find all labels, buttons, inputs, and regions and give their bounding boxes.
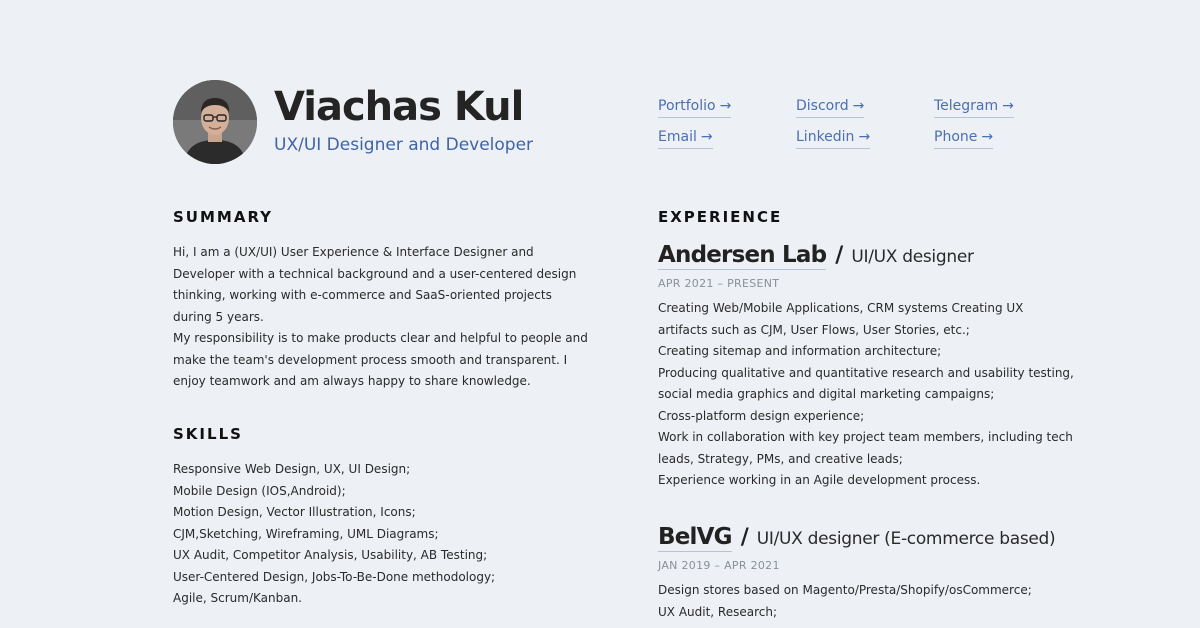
link-label: Phone — [934, 129, 978, 145]
portfolio-link[interactable]: Portfolio → — [658, 96, 732, 118]
separator: / — [835, 243, 844, 268]
summary-line: enjoy teamwork and am always happy to sh… — [173, 374, 531, 388]
company-link[interactable]: BelVG — [658, 524, 732, 552]
job-header: BelVG / UI/UX designer (E-commerce based) — [658, 522, 1056, 554]
job-duty: Cross-platform design experience; — [658, 408, 865, 423]
summary-line: Developer with a technical background an… — [173, 266, 577, 281]
job-duty: Creating Web/Mobile Applications, CRM sy… — [658, 301, 1024, 315]
link-label: Email — [658, 129, 697, 145]
summary-line: My responsibility is to make products cl… — [173, 331, 588, 345]
job-duty: artifacts such as CJM, User Flows, User … — [658, 322, 970, 337]
job-duty: social media graphics and digital market… — [658, 387, 995, 401]
arrow-right-icon: → — [700, 129, 713, 145]
job-dates: JAN 2019 – APR 2021 — [658, 559, 780, 572]
skills-heading: SKILLS — [173, 425, 243, 443]
arrow-right-icon: → — [981, 129, 994, 145]
skill-item: Motion Design, Vector Illustration, Icon… — [173, 505, 416, 519]
profile-name: Viachas Kul — [274, 84, 524, 130]
skill-item: Responsive Web Design, UX, UI Design; — [173, 462, 411, 476]
link-label: Telegram — [934, 98, 999, 114]
discord-link[interactable]: Discord → — [796, 96, 865, 118]
job-duty: UX Audit, Research; — [658, 604, 778, 619]
skill-item: User-Centered Design, Jobs-To-Be-Done me… — [173, 569, 496, 584]
job-duty: Work in collaboration with key project t… — [658, 430, 1073, 444]
separator: / — [740, 525, 749, 550]
telegram-link[interactable]: Telegram → — [934, 96, 1014, 118]
summary-text: Hi, I am a (UX/UI) User Experience & Int… — [173, 242, 588, 393]
skills-list: Responsive Web Design, UX, UI Design; Mo… — [173, 459, 495, 610]
resume-page: Viachas Kul UX/UI Designer and Developer… — [0, 0, 1200, 628]
arrow-right-icon: → — [858, 129, 871, 145]
phone-link[interactable]: Phone → — [934, 127, 994, 149]
link-label: Discord — [796, 98, 849, 114]
job-dates: APR 2021 – PRESENT — [658, 277, 780, 290]
linkedin-link[interactable]: Linkedin → — [796, 127, 871, 149]
job-duty: Producing qualitative and quantitative r… — [658, 365, 1074, 380]
link-label: Linkedin — [796, 129, 855, 145]
skill-item: Mobile Design (IOS,Android); — [173, 483, 346, 498]
profile-photo-icon — [173, 80, 257, 164]
skill-item: Agile, Scrum/Kanban. — [173, 591, 302, 605]
summary-line: make the team's development process smoo… — [173, 352, 568, 367]
link-label: Portfolio — [658, 98, 716, 114]
summary-line: Hi, I am a (UX/UI) User Experience & Int… — [173, 245, 534, 259]
summary-line: thinking, working with e-commerce and Sa… — [173, 288, 552, 302]
arrow-right-icon: → — [719, 98, 732, 114]
job-header: Andersen Lab / UI/UX designer — [658, 240, 974, 272]
job-position: UI/UX designer — [851, 247, 974, 267]
skill-item: CJM,Sketching, Wireframing, UML Diagrams… — [173, 526, 439, 541]
avatar — [173, 80, 257, 164]
skill-item: UX Audit, Competitor Analysis, Usability… — [173, 548, 488, 562]
job-description: Creating Web/Mobile Applications, CRM sy… — [658, 298, 1074, 492]
job-duty: Creating sitemap and information archite… — [658, 344, 942, 358]
company-link[interactable]: Andersen Lab — [658, 242, 827, 270]
contact-links: Portfolio → Discord → Telegram → Email → Lin… — [658, 96, 1078, 156]
job-duty: leads, Strategy, PMs, and creative leads… — [658, 451, 903, 466]
job-duty: Experience working in an Agile developme… — [658, 473, 981, 487]
job-duty: Design stores based on Magento/Presta/Sh… — [658, 583, 1032, 597]
arrow-right-icon: → — [852, 98, 865, 114]
summary-line: during 5 years. — [173, 309, 264, 324]
experience-heading: EXPERIENCE — [658, 208, 783, 226]
summary-heading: SUMMARY — [173, 208, 274, 226]
job-position: UI/UX designer (E-commerce based) — [756, 529, 1056, 549]
email-link[interactable]: Email → — [658, 127, 713, 149]
arrow-right-icon: → — [1002, 98, 1014, 114]
job-description: Design stores based on Magento/Presta/Sh… — [658, 580, 1032, 623]
profile-title: UX/UI Designer and Developer — [274, 135, 534, 155]
